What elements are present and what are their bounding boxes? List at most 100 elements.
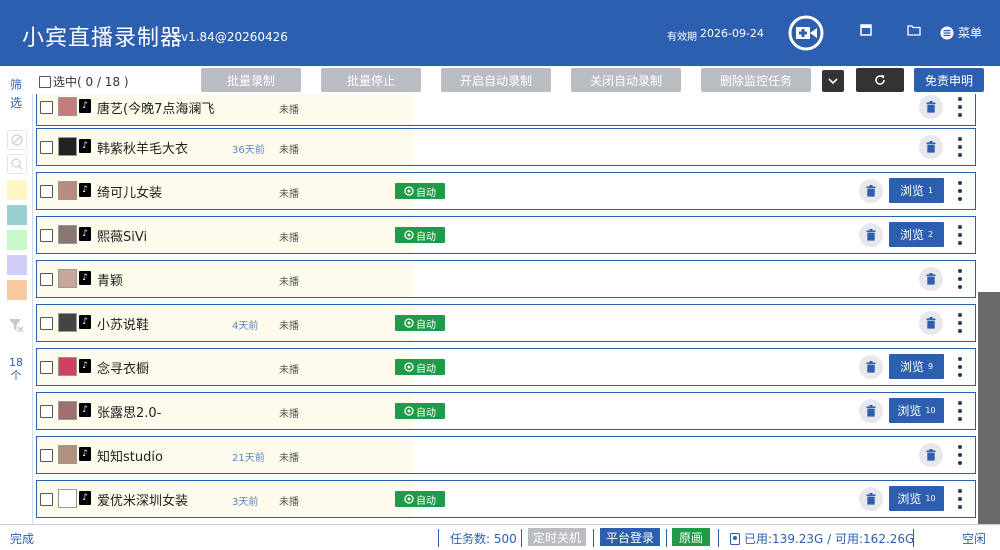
task-row[interactable]: ♪ 熙薇SiVi 未播 自动 浏览 2 [36, 216, 976, 254]
delete-button[interactable] [919, 311, 943, 335]
streamer-name[interactable]: 唐艺(今晚7点海澜飞 [97, 98, 214, 117]
browse-button[interactable]: 浏览 10 [889, 398, 944, 423]
select-all-checkbox[interactable]: 选中( 0 / 18 ) [39, 73, 129, 90]
search-icon[interactable] [7, 154, 27, 174]
task-row[interactable]: ♪ 知知studio 21天前 未播 [36, 436, 976, 474]
row-info [37, 305, 413, 341]
delete-monitor-button[interactable]: 删除监控任务 [701, 68, 811, 92]
more-options-icon[interactable] [954, 225, 966, 245]
row-checkbox[interactable] [40, 101, 53, 114]
browse-button[interactable]: 浏览 9 [889, 354, 944, 379]
batch-record-button[interactable]: 批量录制 [201, 68, 301, 92]
live-status: 未播 [279, 321, 299, 332]
row-checkbox[interactable] [40, 405, 53, 418]
row-checkbox[interactable] [40, 229, 53, 242]
streamer-name[interactable]: 知知studio [97, 446, 163, 465]
task-row[interactable]: ♪ 张露思2.0- 未播 自动 浏览 10 [36, 392, 976, 430]
delete-button[interactable] [859, 223, 883, 247]
more-options-icon[interactable] [954, 137, 966, 157]
delete-button[interactable] [859, 355, 883, 379]
delete-button[interactable] [919, 267, 943, 291]
task-row[interactable]: ♪ 青颖 未播 [36, 260, 976, 298]
streamer-name[interactable]: 绮可儿女装 [97, 182, 162, 201]
streamer-name[interactable]: 韩紫秋羊毛大衣 [97, 138, 188, 157]
row-checkbox[interactable] [40, 273, 53, 286]
folder-icon[interactable] [907, 24, 921, 36]
sidebar: 筛选 18个 [0, 66, 33, 524]
task-row[interactable]: ♪ 韩紫秋羊毛大衣 36天前 未播 [36, 128, 976, 166]
auto-record-badge[interactable]: 自动 [395, 227, 445, 243]
streamer-name[interactable]: 张露思2.0- [97, 402, 161, 421]
auto-record-badge[interactable]: 自动 [395, 315, 445, 331]
auto-record-badge[interactable]: 自动 [395, 183, 445, 199]
more-options-icon[interactable] [954, 445, 966, 465]
delete-button[interactable] [859, 399, 883, 423]
more-options-icon[interactable] [954, 313, 966, 333]
filter-button[interactable]: 筛选 [9, 76, 23, 112]
browse-count: 10 [925, 494, 936, 503]
auto-label: 自动 [416, 495, 436, 507]
block-filter-icon[interactable] [7, 130, 27, 150]
expiry-label: 有效期 [667, 32, 697, 43]
delete-button[interactable] [919, 95, 943, 119]
row-checkbox[interactable] [40, 141, 53, 154]
menu-button[interactable]: 菜单 [940, 24, 982, 41]
color-filter-orange[interactable] [7, 280, 27, 300]
scrollbar[interactable] [978, 94, 1000, 524]
delete-button[interactable] [919, 443, 943, 467]
delete-button[interactable] [859, 179, 883, 203]
refresh-button[interactable] [856, 68, 904, 92]
chevron-down-icon[interactable] [822, 70, 844, 92]
task-row[interactable]: ♪ 念寻衣橱 未播 自动 浏览 9 [36, 348, 976, 386]
color-filter-yellow[interactable] [7, 180, 27, 200]
row-checkbox[interactable] [40, 317, 53, 330]
record-icon [404, 362, 414, 372]
delete-button[interactable] [919, 135, 943, 159]
more-options-icon[interactable] [954, 97, 966, 117]
disclaimer-button[interactable]: 免责申明 [914, 68, 984, 92]
original-quality-button[interactable]: 原画 [672, 528, 710, 546]
row-info [37, 437, 413, 473]
row-checkbox[interactable] [40, 449, 53, 462]
browse-count: 10 [925, 406, 936, 415]
browse-button[interactable]: 浏览 10 [889, 486, 944, 511]
auto-label: 自动 [416, 363, 436, 375]
color-filter-purple[interactable] [7, 255, 27, 275]
more-options-icon[interactable] [954, 401, 966, 421]
live-status: 未播 [279, 453, 299, 464]
streamer-name[interactable]: 小苏说鞋 [97, 314, 149, 333]
streamer-name[interactable]: 青颖 [97, 270, 123, 289]
row-checkbox[interactable] [40, 185, 53, 198]
browse-button[interactable]: 浏览 1 [889, 178, 944, 203]
task-row[interactable]: ♪ 唐艺(今晚7点海澜飞 未播 [36, 94, 976, 126]
auto-record-badge[interactable]: 自动 [395, 491, 445, 507]
delete-button[interactable] [859, 487, 883, 511]
scrollbar-thumb[interactable] [978, 292, 1000, 524]
maximize-icon[interactable] [860, 24, 872, 36]
clear-filter-icon[interactable] [7, 316, 25, 334]
platform-login-button[interactable]: 平台登录 [600, 528, 660, 546]
more-options-icon[interactable] [954, 269, 966, 289]
streamer-name[interactable]: 熙薇SiVi [97, 226, 147, 245]
more-options-icon[interactable] [954, 489, 966, 509]
streamer-name[interactable]: 念寻衣橱 [97, 358, 149, 377]
live-status: 未播 [279, 145, 299, 156]
color-filter-green[interactable] [7, 230, 27, 250]
color-filter-teal[interactable] [7, 205, 27, 225]
task-row[interactable]: ♪ 绮可儿女装 未播 自动 浏览 1 [36, 172, 976, 210]
streamer-name[interactable]: 爱优米深圳女装 [97, 490, 188, 509]
more-options-icon[interactable] [954, 181, 966, 201]
browse-button[interactable]: 浏览 2 [889, 222, 944, 247]
task-row[interactable]: ♪ 爱优米深圳女装 3天前 未播 自动 浏览 10 [36, 480, 976, 518]
more-options-icon[interactable] [954, 357, 966, 377]
task-row[interactable]: ♪ 小苏说鞋 4天前 未播 自动 [36, 304, 976, 342]
enable-auto-record-button[interactable]: 开启自动录制 [441, 68, 551, 92]
live-status: 未播 [279, 105, 299, 116]
batch-stop-button[interactable]: 批量停止 [321, 68, 421, 92]
auto-record-badge[interactable]: 自动 [395, 359, 445, 375]
auto-record-badge[interactable]: 自动 [395, 403, 445, 419]
scheduled-shutdown-button[interactable]: 定时关机 [528, 528, 586, 546]
row-checkbox[interactable] [40, 361, 53, 374]
disable-auto-record-button[interactable]: 关闭自动录制 [571, 68, 681, 92]
row-checkbox[interactable] [40, 493, 53, 506]
